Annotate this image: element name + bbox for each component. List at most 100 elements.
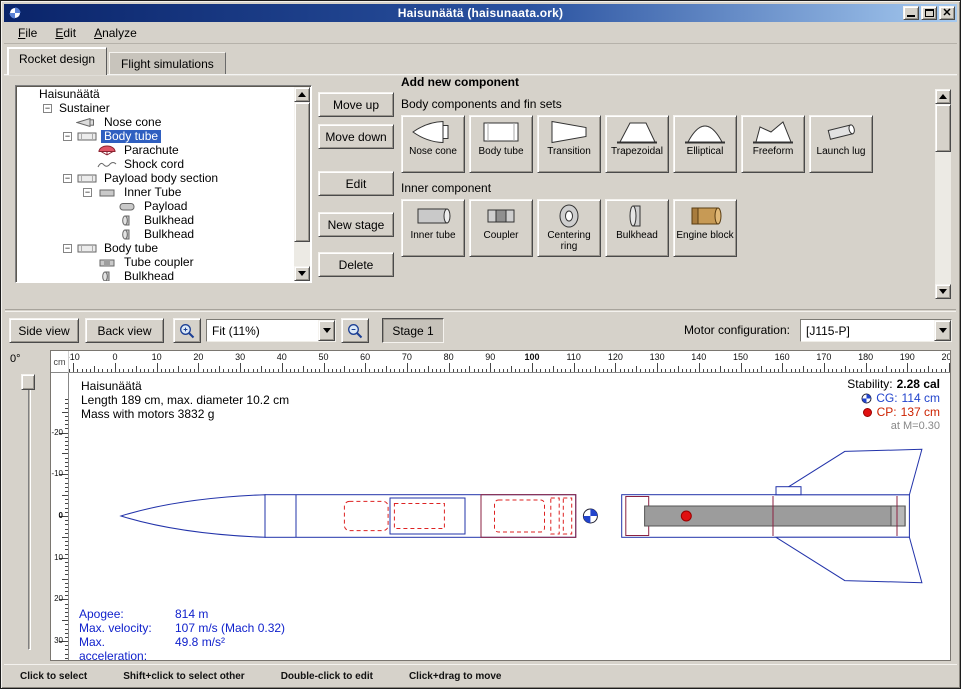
tree-scrollbar-thumb[interactable] [294,102,310,242]
bodytube-icon [76,243,98,254]
freeform-button[interactable]: Freeform [741,115,805,173]
tree-row[interactable]: Parachute [17,143,294,157]
tree-item-label: Haisunäätä [36,88,103,101]
delete-button[interactable]: Delete [318,252,394,277]
tree-row[interactable]: Nose cone [17,115,294,129]
scroll-down-icon[interactable] [935,284,951,299]
maximize-button[interactable] [921,6,937,20]
coupler-button[interactable]: Coupler [469,199,533,257]
tree-item-label: Body tube [101,242,161,255]
tab-rocket-design[interactable]: Rocket design [7,47,107,75]
v-ruler: -20-100102030 [51,373,69,660]
tree-expander-icon[interactable]: − [63,132,72,141]
chevron-down-icon[interactable] [318,320,335,341]
scroll-down-icon[interactable] [294,266,310,281]
tree-expander-icon[interactable]: − [63,244,72,253]
status-bar: Click to select Shift+click to select oth… [4,664,957,687]
cg-marker [583,509,597,523]
split-divider[interactable] [5,309,956,312]
motor-configuration-select[interactable]: [J115-P] [800,319,952,342]
tree-row[interactable]: −Payload body section [17,171,294,185]
menu-item-edit[interactable]: Edit [47,24,84,42]
menu-item-analyze[interactable]: Analyze [86,24,145,42]
back-view-button[interactable]: Back view [85,318,164,343]
tree-item-label: Inner Tube [121,186,184,199]
innertube-icon [96,187,118,198]
minimize-button[interactable] [903,6,919,20]
transition-button[interactable]: Transition [537,115,601,173]
menu-item-file[interactable]: File [10,24,45,42]
tree-row[interactable]: Bulkhead [17,227,294,241]
bulkhead-icon [116,215,138,226]
scroll-up-icon[interactable] [294,87,310,102]
palette-scrollbar-thumb[interactable] [935,104,951,152]
tree-row[interactable]: Haisunäätä [17,87,294,101]
engine-block-button[interactable]: Engine block [673,199,737,257]
tree-item-label: Tube coupler [121,256,197,269]
stage-1-toggle[interactable]: Stage 1 [382,318,444,343]
application-window: Haisunäätä (haisunaata.ork) ✕ FileEditAn… [0,0,961,689]
zoom-out-icon [346,322,364,340]
zoom-out-button[interactable] [341,318,369,343]
rotation-angle-label: 0° [10,353,21,365]
tree-row[interactable]: −Sustainer [17,101,294,115]
tab-flight-simulations[interactable]: Flight simulations [109,52,226,76]
transition-icon [547,119,591,145]
flight-stat-row: Max. acceleration:49.8 m/s² [79,635,285,660]
tree-row[interactable]: − Body tube [17,241,294,255]
move-down-button[interactable]: Move down [318,124,394,149]
rotation-slider-track[interactable] [28,378,31,650]
trapezoidal-button[interactable]: Trapezoidal [605,115,669,173]
rocket-viewport: cm -100102030405060708090100110120130140… [50,350,951,661]
component-group-label: Body components and fin sets [401,97,929,111]
bulkhead-icon [96,271,118,282]
tree-row[interactable]: Shock cord [17,157,294,171]
palette-groups: Body components and fin sets Nose coneBod… [401,97,929,257]
move-up-button[interactable]: Move up [318,92,394,117]
launch-lug-button[interactable]: Launch lug [809,115,873,173]
zoom-in-button[interactable] [173,318,201,343]
side-view-button[interactable]: Side view [9,318,79,343]
close-button[interactable]: ✕ [939,6,955,20]
tree-expander-icon[interactable]: − [83,188,92,197]
mach-note: at M=0.30 [891,420,940,432]
palette-scrollbar[interactable] [935,89,951,299]
tree-row[interactable]: Payload [17,199,294,213]
chevron-down-icon[interactable] [934,320,951,341]
body-tube-button[interactable]: Body tube [469,115,533,173]
flight-stats: Apogee:814 mMax. velocity:107 m/s (Mach … [79,607,285,660]
tree-expander-icon[interactable]: − [43,104,52,113]
title-bar[interactable]: Haisunäätä (haisunaata.ork) ✕ [4,4,957,22]
tree-row[interactable]: Tube coupler [17,255,294,269]
motor-configuration-label: Motor configuration: [684,323,790,337]
nosecone-icon [411,119,455,145]
tree-row[interactable]: Bulkhead [17,269,294,281]
zoom-select[interactable]: Fit (11%) [206,319,336,342]
nose-cone-button[interactable]: Nose cone [401,115,465,173]
scroll-up-icon[interactable] [935,89,951,104]
new-stage-button[interactable]: New stage [318,212,394,237]
status-hint: Shift+click to select other [123,671,244,682]
rocket-canvas[interactable]: Haisunäätä Length 189 cm, max. diameter … [69,373,950,660]
coupler-icon [479,203,523,229]
elliptical-button[interactable]: Elliptical [673,115,737,173]
centering-ring-button[interactable]: Centering ring [537,199,601,257]
edit-button[interactable]: Edit [318,171,394,196]
tree-item-label: Bulkhead [121,270,177,282]
tree-row[interactable]: − Inner Tube [17,185,294,199]
tree-item-label: Bulkhead [141,228,197,241]
bulkhead-button[interactable]: Bulkhead [605,199,669,257]
app-icon [8,6,22,20]
tree-row[interactable]: −Body tube [17,129,294,143]
cp-value: 137 cm [901,405,940,419]
tree-scrollbar[interactable] [294,87,310,281]
innertube-icon [411,203,455,229]
tree-row[interactable]: Bulkhead [17,213,294,227]
status-hint: Click to select [20,671,87,682]
flight-stat-row: Max. velocity:107 m/s (Mach 0.32) [79,621,285,635]
tree-expander-icon[interactable]: − [63,174,72,183]
tree-item-label: Bulkhead [141,214,197,227]
bulkhead-icon [615,203,659,229]
inner-tube-button[interactable]: Inner tube [401,199,465,257]
rotation-slider-handle[interactable] [21,374,35,390]
